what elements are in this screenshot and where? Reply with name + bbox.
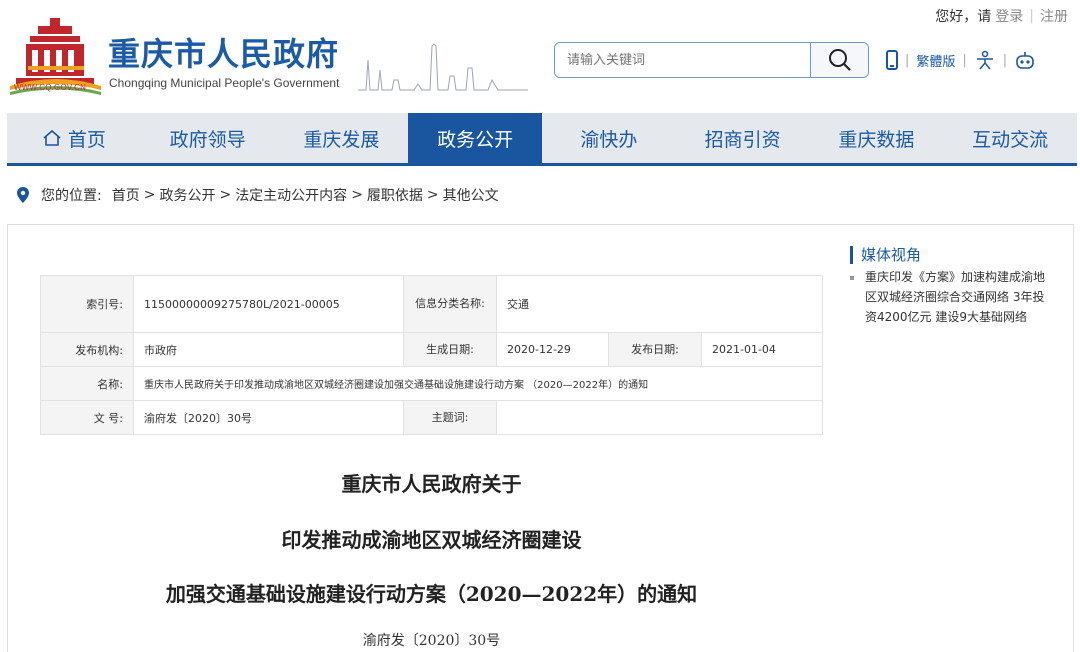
nav-home[interactable]: 首页 <box>7 113 141 163</box>
created-label: 生成日期: <box>403 332 497 367</box>
category-label: 信息分类名称: <box>403 275 497 333</box>
search-input[interactable] <box>555 43 810 77</box>
greeting-text: 您好，请 <box>935 9 992 25</box>
page: { "header": { "greeting": "您好，请", "login… <box>0 0 1080 652</box>
traditional-chinese-link[interactable]: 繁體版 <box>916 51 955 70</box>
login-link[interactable]: 登录 <box>995 6 1023 26</box>
bullet-icon <box>850 276 854 280</box>
search-icon <box>828 49 851 71</box>
site-title[interactable]: 重庆市人民政府 <box>108 36 339 72</box>
index-value: 11500000009275780L/2021-00005 <box>133 275 404 333</box>
document-number: 渝府发〔2020〕30号 <box>362 633 501 649</box>
nav-chongqing-data[interactable]: 重庆数据 <box>810 113 944 163</box>
user-links: 您好，请 登录 | 注册 <box>935 6 1068 26</box>
breadcrumb-item[interactable]: 首页 <box>112 185 140 205</box>
topic-value <box>496 400 823 435</box>
published-value: 2021-01-04 <box>701 332 823 367</box>
breadcrumb-item[interactable]: 法定主动公开内容 <box>235 185 347 205</box>
doc-number-value: 渝府发〔2020〕30号 <box>133 400 404 435</box>
toolbar: | 繁體版 | | <box>886 50 1036 70</box>
search-box <box>554 42 869 78</box>
breadcrumb-item[interactable]: 政务公开 <box>159 185 215 205</box>
register-link[interactable]: 注册 <box>1040 6 1068 26</box>
divider: | <box>1029 8 1034 24</box>
topic-label: 主题词: <box>403 400 497 435</box>
search-button[interactable] <box>810 43 868 77</box>
nav-yukuaiban[interactable]: 渝快办 <box>542 113 676 163</box>
home-icon <box>43 129 61 146</box>
document-title-line1: 重庆市人民政府关于 <box>341 472 522 496</box>
nav-underline <box>7 163 1077 166</box>
nav-investment[interactable]: 招商引资 <box>676 113 810 163</box>
breadcrumb-item[interactable]: 履职依据 <box>367 185 423 205</box>
location-pin-icon <box>17 187 29 203</box>
issuer-label: 发布机构: <box>40 332 134 367</box>
robot-icon[interactable] <box>1014 50 1036 70</box>
skyline-decoration <box>358 43 528 91</box>
logo-url: WWW.CQ.GOV.CN <box>14 83 87 92</box>
breadcrumb: 您的位置: 首页 > 政务公开 > 法定主动公开内容 > 履职依据 > 其他公文 <box>15 185 499 205</box>
created-value: 2020-12-29 <box>496 332 609 367</box>
issuer-value: 市政府 <box>133 332 404 367</box>
doc-number-label: 文 号: <box>40 400 134 435</box>
category-value: 交通 <box>496 275 823 333</box>
site-subtitle: Chongqing Municipal People's Government <box>109 76 340 90</box>
published-label: 发布日期: <box>608 332 702 367</box>
breadcrumb-item[interactable]: 其他公文 <box>443 185 499 205</box>
name-label: 名称: <box>40 366 134 401</box>
media-news-item[interactable]: 重庆印发《方案》加速构建成渝地区双城经济圈综合交通网络 3年投资4200亿元 建… <box>850 267 1050 327</box>
nav-label: 首页 <box>67 128 106 151</box>
document-title-line3: 加强交通基础设施建设行动方案（2020—2022年）的通知 <box>165 582 698 606</box>
index-label: 索引号: <box>40 275 134 333</box>
mobile-icon[interactable] <box>886 50 898 70</box>
nav-chongqing-development[interactable]: 重庆发展 <box>275 113 409 163</box>
nav-government-affairs[interactable]: 政务公开 <box>408 113 542 163</box>
nav-interaction[interactable]: 互动交流 <box>943 113 1077 163</box>
main-nav: 首页 政府领导 重庆发展 政务公开 渝快办 招商引资 重庆数据 互动交流 <box>7 113 1077 163</box>
document-info-table: 索引号: 11500000009275780L/2021-00005 信息分类名… <box>40 275 823 435</box>
document-title-line2: 印发推动成渝地区双城经济圈建设 <box>281 528 582 552</box>
media-news-text: 重庆印发《方案》加速构建成渝地区双城经济圈综合交通网络 3年投资4200亿元 建… <box>865 270 1046 324</box>
media-perspective-heading: 媒体视角 <box>850 246 921 264</box>
name-value: 重庆市人民政府关于印发推动成渝地区双城经济圈建设加强交通基础设施建设行动方案 （… <box>133 366 823 401</box>
accessibility-icon[interactable] <box>974 50 996 70</box>
nav-government-leaders[interactable]: 政府领导 <box>141 113 275 163</box>
breadcrumb-prefix: 您的位置: <box>41 188 102 204</box>
